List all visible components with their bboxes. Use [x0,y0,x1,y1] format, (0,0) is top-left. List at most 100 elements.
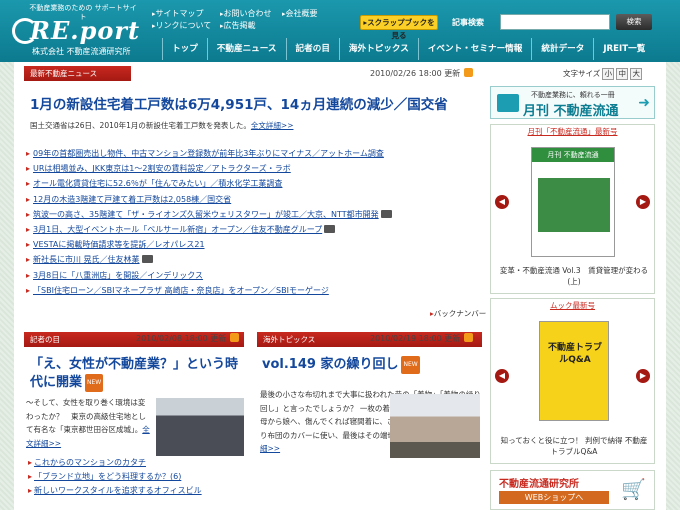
magazine-cover-title: 月刊 不動産流通 [532,148,614,162]
kaigai-title[interactable]: vol.149 家の繰り回し NEW [262,356,477,374]
magazine-box: 月刊「不動産流通」最新号 ◀ 月刊 不動産流通 ▶ 変革・不動産流通 Vol.3… [490,124,655,294]
news-item[interactable]: 3月1日、大型イベントホール「ベルサール新宿」オープン／住友不動産グループ [26,222,481,237]
company-name: 株式会社 不動産流通研究所 [32,47,131,56]
chevron-left-icon[interactable]: ◀ [495,369,509,383]
rss-icon[interactable] [464,68,474,77]
news-item-text: 09年の首都圏売出し物件、中古マンション登録数が前年比3年ぶりにマイナス／アット… [33,149,384,158]
news-item-text: オール電化賃貸住宅に52.6％が「住んでみたい」／積水化学工業調査 [33,179,283,189]
magazine-cover-art [538,178,610,232]
util-link-links[interactable]: リンクについて [152,20,212,32]
news-item[interactable]: 09年の首都圏売出し物件、中古マンション登録数が前年比3年ぶりにマイナス／アット… [26,146,481,161]
kaigai-date-text: 2010/02/19 18:00 更新 [370,334,461,343]
news-section-header: 最新不動産ニュース [24,66,131,81]
magazine-cover[interactable]: 月刊 不動産流通 [531,147,615,257]
camera-icon [324,225,336,234]
kisha-link[interactable]: 新しいワークスタイルを追求するオフィスビル [28,484,202,498]
news-item-text: 「SBI住宅ローン／SBIマネープラザ 高崎店・奈良店」をオープン／SBIモーゲ… [33,285,329,295]
kaigai-photo [390,394,480,458]
util-link-contact[interactable]: お問い合わせ [220,8,272,20]
magazine-banner[interactable]: 不動産業務に、頼れる一冊 月刊 不動産流通 ➜ [490,86,655,119]
back-number-link[interactable]: バックナンバー [430,308,487,319]
util-nav-col3: 会社概要 [282,8,318,20]
util-link-ads[interactable]: 広告掲載 [220,20,272,32]
news-item-text: 新社長に市川 晃氏／住友林業 [33,255,140,265]
kisha-photo [156,398,244,456]
nav-top[interactable]: トップ [162,38,207,60]
news-headline[interactable]: 1月の新設住宅着工戸数は6万4,951戸、14ヵ月連続の減少／国交省 [30,93,448,113]
cart-icon: 🛒 [621,477,646,501]
kisha-body-text: ～そして、女性を取り巻く環境は変わったか？ 東京の高級住宅地として有名な「東京都… [26,398,146,434]
kaigai-date: 2010/02/19 18:00 更新 [370,333,474,344]
kaigai-title-text: vol.149 家の繰り回し [262,357,399,372]
mook-cover[interactable]: 不動産トラブルQ&A [539,321,609,421]
rss-icon[interactable] [230,333,240,342]
kisha-links: これからのマンションのカタチ 「ブランド立地」をどう料理するか？(6) 新しいワ… [28,456,202,498]
nav-news[interactable]: 不動産ニュース [206,38,286,60]
camera-icon [141,255,153,264]
font-size-small-button[interactable]: 小 [602,68,615,80]
news-item[interactable]: 3月8日に「八重洲店」を開設／インデリックス [26,268,481,283]
search-button[interactable]: 検索 [616,14,652,30]
new-badge: NEW [85,374,104,392]
kisha-title-text: 「え、女性が不動産業？」という時代に開業 [30,357,239,390]
nav-overseas[interactable]: 海外トピックス [338,38,418,60]
util-link-about[interactable]: 会社概要 [282,8,318,20]
kisha-body: ～そして、女性を取り巻く環境は変わったか？ 東京の高級住宅地として有名な「東京都… [26,396,150,450]
news-summary: 国土交通省は26日、2010年1月の新設住宅着工戸数を発表した。全文詳細>> [30,120,293,131]
mook-box: ムック最新号 ◀ 不動産トラブルQ&A ▶ 知っておくと役に立つ！ 判例で納得 … [490,298,655,464]
site-logo[interactable]: 不動産業務のための サポートサイト RE.port 株式会社 不動産流通研究所 [12,4,162,60]
search-input[interactable] [500,14,610,30]
font-size-large-button[interactable]: 大 [630,68,643,80]
logo-wordmark: RE.port [30,16,141,45]
shop-line2: WEBショップへ [499,491,609,504]
nav-stats[interactable]: 統計データ [531,38,593,60]
main-nav: トップ 不動産ニュース 記者の目 海外トピックス イベント・セミナー情報 統計デ… [162,38,654,60]
kisha-link[interactable]: これからのマンションのカタチ [28,456,202,470]
news-item-text: 3月1日、大型イベントホール「ベルサール新宿」オープン／住友不動産グループ [33,225,323,235]
kisha-title[interactable]: 「え、女性が不動産業？」という時代に開業 NEW [30,356,245,392]
font-size-label: 文字サイズ [563,69,601,78]
news-item[interactable]: 12月の木造3階建て戸建て着工戸数は2,058棟／国交省 [26,192,481,207]
logo-text: RE.port [30,16,140,45]
nav-events[interactable]: イベント・セミナー情報 [417,38,532,60]
news-item[interactable]: VESTAに掲載時価請求等を提訴／レオパレス21 [26,237,481,252]
site-header: 不動産業務のための サポートサイト RE.port 株式会社 不動産流通研究所 … [0,0,680,62]
web-shop-banner[interactable]: 不動産流通研究所 WEBショップへ 🛒 [490,470,655,510]
util-nav-col2: お問い合わせ 広告掲載 [220,8,272,32]
news-more-link[interactable]: 全文詳細>> [251,121,294,130]
new-badge: NEW [401,356,420,374]
chevron-left-icon[interactable]: ◀ [495,195,509,209]
mook-cover-title: 不動産トラブルQ&A [547,343,602,365]
nav-kisha[interactable]: 記者の目 [285,38,339,60]
util-link-sitemap[interactable]: サイトマップ [152,8,211,20]
news-item[interactable]: オール電化賃貸住宅に52.6％が「住んでみたい」／積水化学工業調査 [26,176,481,191]
magazine-caption[interactable]: 変革・不動産流通 Vol.3 賃貸管理が変わる(上) [499,265,649,287]
search-label: 記事検索 [452,18,484,27]
mook-title[interactable]: ムック最新号 [491,299,654,313]
scrapbook-button[interactable]: ▸スクラップブックを見る [360,15,438,40]
news-item[interactable]: 筑波一の高さ、35階建て「ザ・ライオンズ久留米ウェリスタワー」が竣工／大京、NT… [26,207,481,222]
nav-jreit[interactable]: JREIT一覧 [593,38,654,60]
news-item[interactable]: 新社長に市川 晃氏／住友林業 [26,252,481,267]
magazine-title[interactable]: 月刊「不動産流通」最新号 [491,125,654,139]
chevron-right-icon[interactable]: ▶ [636,369,650,383]
news-item-text: VESTAに掲載時価請求等を提訴／レオパレス21 [33,240,205,250]
book-icon [497,94,519,112]
util-nav-col1: サイトマップ リンクについて [152,8,212,32]
shop-line1: 不動産流通研究所 [499,479,579,490]
font-size-medium-button[interactable]: 中 [616,68,629,80]
mook-caption[interactable]: 知っておくと役に立つ！ 判例で納得 不動産トラブルQ&A [499,435,649,457]
news-item[interactable]: 「SBI住宅ローン／SBIマネープラザ 高崎店・奈良店」をオープン／SBIモーゲ… [26,283,481,298]
news-date: 2010/02/26 18:00 更新 [370,68,474,79]
news-item-text: 3月8日に「八重洲店」を開設／インデリックス [33,270,203,280]
rss-icon[interactable] [464,333,474,342]
kisha-date-text: 2010/02/08 18:00 更新 [136,334,227,343]
news-item[interactable]: URは相場並み、JKK東京は1～2割安の賃料設定／アトラクターズ・ラボ [26,161,481,176]
kisha-link[interactable]: 「ブランド立地」をどう料理するか？(6) [28,470,202,484]
news-item-text: 12月の木造3階建て戸建て着工戸数は2,058棟／国交省 [33,194,232,204]
news-item-text: 筑波一の高さ、35階建て「ザ・ライオンズ久留米ウェリスタワー」が竣工／大京、NT… [33,209,379,219]
chevron-right-icon[interactable]: ▶ [636,195,650,209]
news-summary-text: 国土交通省は26日、2010年1月の新設住宅着工戸数を発表した。 [30,121,251,130]
banner-title: 月刊 不動産流通 [523,104,619,119]
kisha-date: 2010/02/08 18:00 更新 [136,333,240,344]
